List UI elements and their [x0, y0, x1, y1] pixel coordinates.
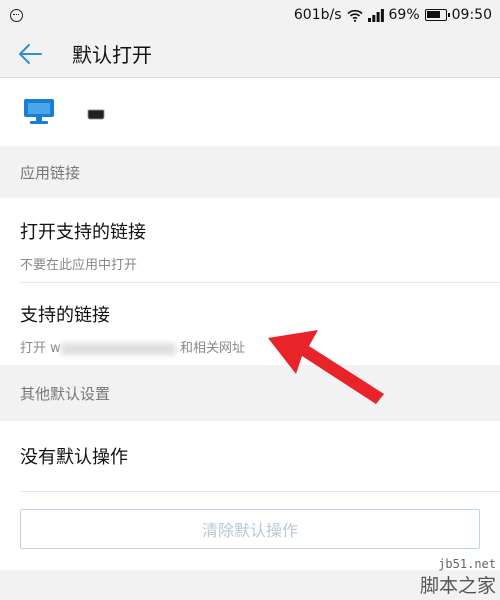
section-title-other-defaults: 其他默认设置: [20, 384, 111, 403]
open-supported-links-title: 打开支持的链接: [20, 222, 146, 243]
battery-percentage: 69%: [388, 7, 420, 23]
signal-icon: [367, 8, 384, 22]
clock: 09:50: [451, 7, 492, 23]
section-header-other-defaults: 其他默认设置: [0, 365, 500, 421]
app-name-redacted: [88, 105, 104, 119]
watermark-name: 脚本之家: [419, 575, 496, 597]
arrow-left-icon: [19, 43, 42, 64]
network-speed: 601b/s: [293, 7, 342, 23]
notification-app-icon: [10, 8, 23, 22]
watermark-url: jb51.net: [438, 557, 496, 571]
battery-icon: [424, 9, 450, 21]
wifi-icon: [346, 9, 363, 22]
section-header-app-links: 应用链接: [0, 146, 500, 198]
supported-links-summary: 打开 w 和相关网址: [20, 337, 500, 356]
watermark: jb51.net 脚本之家: [420, 557, 496, 598]
list-item-supported-links[interactable]: 支持的链接 打开 w 和相关网址: [0, 283, 500, 365]
status-bar: 601b/s 69% 09:50: [0, 0, 500, 30]
supported-links-summary-prefix: 打开: [20, 341, 47, 356]
divider: [20, 491, 500, 492]
back-button[interactable]: [0, 30, 60, 78]
redacted-url: [60, 342, 176, 355]
monitor-app-icon: [24, 99, 54, 124]
supported-links-summary-partial: w: [50, 341, 61, 356]
list-item-open-supported-links[interactable]: 打开支持的链接 不要在此应用中打开: [0, 198, 500, 282]
app-info-row: [0, 78, 500, 146]
supported-links-title: 支持的链接: [20, 305, 110, 326]
supported-links-summary-suffix: 和相关网址: [179, 341, 245, 356]
list-item-no-default-action: 没有默认操作: [0, 421, 500, 491]
page-title: 默认打开: [72, 43, 152, 67]
open-supported-links-summary: 不要在此应用中打开: [20, 258, 138, 273]
app-bar: 默认打开: [0, 30, 500, 78]
no-default-action-text: 没有默认操作: [20, 447, 128, 468]
clear-defaults-button[interactable]: 清除默认操作: [20, 509, 480, 549]
section-title-app-links: 应用链接: [20, 163, 81, 182]
